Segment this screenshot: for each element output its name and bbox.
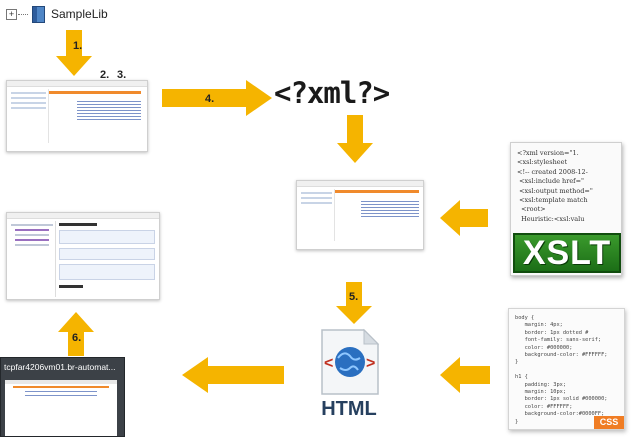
arrow-right-step4 bbox=[162, 80, 272, 116]
xslt-code: <?xml version="1. <xsl:stylesheet <!-- c… bbox=[517, 149, 593, 223]
tree-connector bbox=[18, 13, 28, 15]
html-file-icon: < > HTML bbox=[314, 328, 384, 424]
html-icon-label: HTML bbox=[321, 398, 377, 420]
help-viewer-screenshot bbox=[6, 212, 160, 300]
arrow-left-xslt bbox=[440, 200, 488, 236]
library-screenshot bbox=[6, 80, 148, 152]
step-5-label: 5. bbox=[349, 291, 359, 303]
tree-node-samplelib[interactable]: + SampleLib bbox=[6, 4, 108, 24]
arrow-down-step1 bbox=[56, 30, 92, 76]
expand-icon[interactable]: + bbox=[6, 8, 17, 20]
arrow-left-html bbox=[182, 357, 284, 393]
xml-text: <?xml?> bbox=[274, 76, 390, 110]
svg-text:<: < bbox=[324, 355, 333, 372]
step-6-label: 6. bbox=[72, 332, 82, 344]
xslt-document: <?xml version="1. <xsl:stylesheet <!-- c… bbox=[510, 142, 622, 276]
step-4-label: 4. bbox=[205, 93, 215, 105]
css-code: body { margin: 4px; border: 1px dotted #… bbox=[515, 315, 608, 425]
css-badge: CSS bbox=[594, 416, 624, 429]
arrow-left-css bbox=[440, 357, 490, 393]
tree-node-label: SampleLib bbox=[51, 7, 108, 21]
transformed-screenshot bbox=[296, 180, 424, 250]
arrow-down-step5 bbox=[336, 282, 372, 324]
css-document: body { margin: 4px; border: 1px dotted #… bbox=[508, 308, 625, 430]
xslt-badge: XSLT bbox=[513, 233, 621, 273]
taskbar-preview-title: tcpfar4206vm01.br-automat... bbox=[4, 362, 116, 372]
svg-text:>: > bbox=[366, 355, 375, 372]
arrow-down-xml bbox=[337, 115, 373, 163]
step-1-label: 1. bbox=[73, 40, 83, 52]
taskbar-window-preview[interactable]: tcpfar4206vm01.br-automat... bbox=[0, 357, 125, 437]
window-thumbnail bbox=[5, 380, 117, 436]
library-book-icon bbox=[32, 5, 45, 23]
